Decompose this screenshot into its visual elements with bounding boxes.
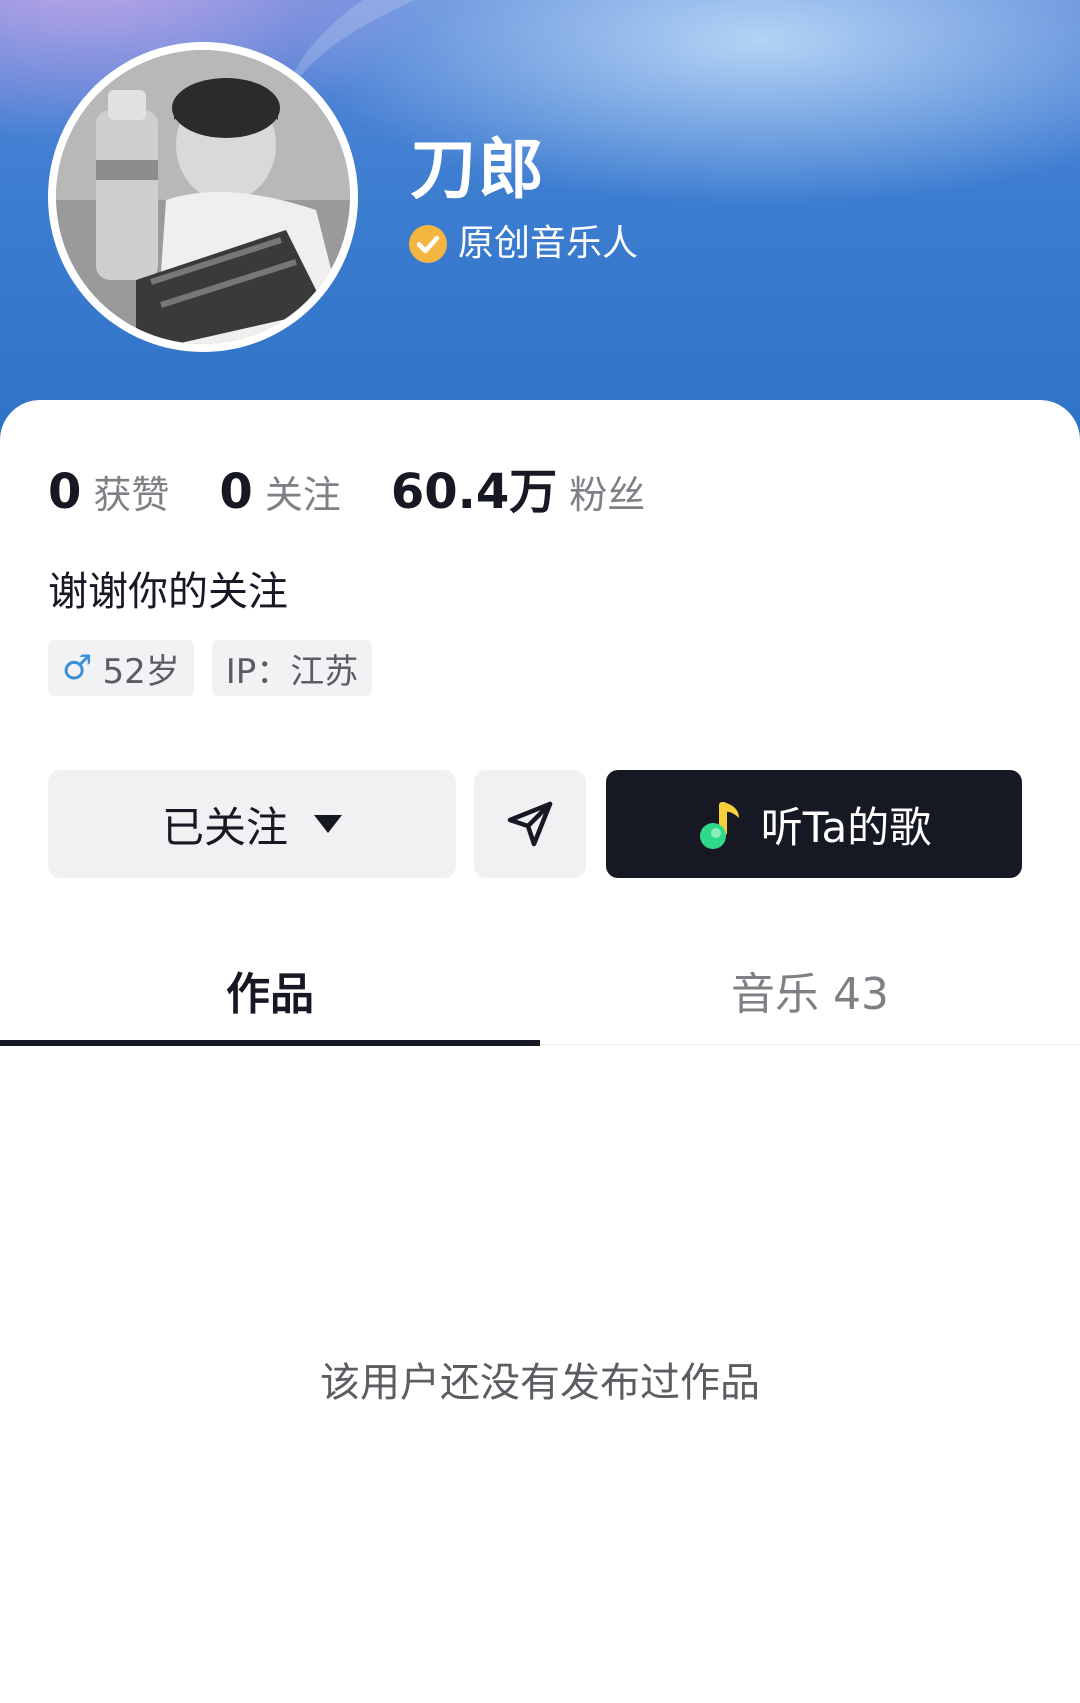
following-stat[interactable]: 0 关注: [219, 464, 340, 520]
male-icon: ♂: [62, 648, 93, 688]
profile-bio: 谢谢你的关注: [48, 569, 288, 615]
verified-check-icon: [409, 225, 447, 263]
likes-stat[interactable]: 0 获赞: [48, 464, 169, 520]
message-button[interactable]: [474, 770, 586, 878]
ip-label: IP：江苏: [225, 651, 359, 692]
ip-tag: IP：江苏: [211, 640, 373, 696]
tab-divider: [540, 1044, 1080, 1045]
tab-music[interactable]: 音乐 43: [540, 940, 1080, 1040]
verification-badge: 原创音乐人: [408, 222, 638, 266]
empty-state-message: 该用户还没有发布过作品: [320, 1360, 760, 1406]
banner-light-streak: [259, 0, 1080, 301]
active-tab-indicator: [0, 1040, 540, 1046]
following-button[interactable]: 已关注: [48, 770, 456, 878]
music-note-icon: [699, 802, 739, 849]
following-count: 0: [219, 464, 253, 520]
age-tag: ♂ 52岁: [48, 640, 194, 696]
age-label: 52岁: [102, 651, 180, 692]
following-label: 关注: [264, 473, 341, 517]
listen-songs-button[interactable]: 听Ta的歌: [606, 770, 1022, 878]
profile-tabs: 作品 音乐 43: [0, 940, 1080, 1046]
avatar[interactable]: [48, 42, 358, 352]
stats-row: 0 获赞 0 关注 60.4万 粉丝: [48, 452, 695, 522]
tab-works[interactable]: 作品: [0, 940, 540, 1040]
profile-tags: ♂ 52岁 IP：江苏: [48, 640, 390, 696]
avatar-photo: [56, 50, 350, 344]
followers-label: 粉丝: [569, 473, 646, 517]
profile-name: 刀郎: [410, 131, 546, 208]
paper-plane-icon: [507, 801, 553, 847]
verification-label: 原创音乐人: [458, 223, 639, 264]
listen-songs-label: 听Ta的歌: [760, 802, 932, 852]
followers-count: 60.4万: [390, 464, 558, 520]
likes-label: 获赞: [93, 473, 170, 517]
caret-down-icon: [314, 815, 342, 833]
likes-count: 0: [48, 464, 82, 520]
following-button-label: 已关注: [161, 802, 288, 852]
followers-stat[interactable]: 60.4万 粉丝: [391, 452, 645, 522]
